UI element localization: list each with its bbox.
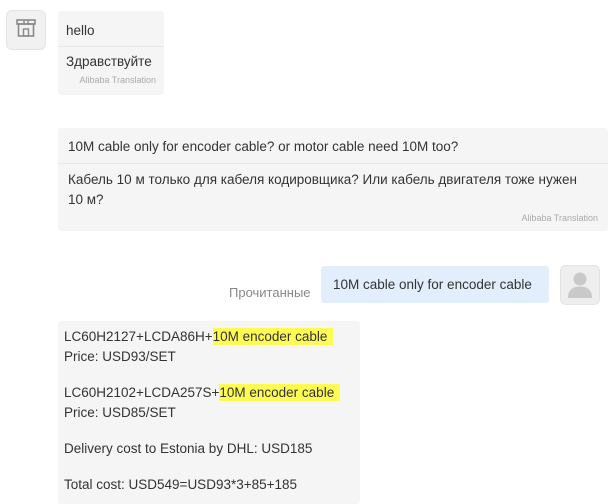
- message-divider: [58, 163, 608, 164]
- quote-item-1-price: Price: USD93/SET: [64, 349, 176, 364]
- user-icon: [565, 268, 595, 303]
- message-divider: [58, 46, 164, 47]
- incoming-message-question[interactable]: 10M cable only for encoder cable? or mot…: [58, 128, 608, 231]
- quote-item-1-model: LC60H2127+LCDA86H+: [64, 329, 213, 344]
- quote-item-1-highlight: 10M encoder cable: [212, 328, 334, 345]
- buyer-avatar[interactable]: [560, 265, 600, 305]
- incoming-message-hello[interactable]: hello Здравствуйте Alibaba Translation: [58, 11, 164, 95]
- translation-label: Alibaba Translation: [521, 213, 598, 223]
- quote-item-2-model: LC60H2102+LCDA257S+: [64, 385, 220, 400]
- quote-item-2-highlight: 10M encoder cable: [219, 384, 341, 401]
- quote-item-2-price: Price: USD85/SET: [64, 405, 176, 420]
- message-translated-text: Кабель 10 м только для кабеля кодировщик…: [68, 172, 577, 207]
- quote-item-1: LC60H2127+LCDA86H+10M encoder cable: [64, 327, 354, 347]
- incoming-message-quote[interactable]: LC60H2127+LCDA86H+10M encoder cable Pric…: [58, 321, 360, 504]
- quote-item-2: LC60H2102+LCDA257S+10M encoder cable: [64, 383, 354, 403]
- message-translated-text: Здравствуйте: [66, 54, 152, 69]
- translation-label: Alibaba Translation: [79, 75, 156, 85]
- message-text: 10M cable only for encoder cable: [333, 276, 532, 292]
- total-cost: Total cost: USD549=USD93*3+85+185: [64, 477, 298, 492]
- message-original-text: hello: [66, 23, 95, 38]
- seller-avatar[interactable]: [6, 10, 46, 50]
- read-status-label: Прочитанные: [229, 285, 311, 300]
- delivery-cost: Delivery cost to Estonia by DHL: USD185: [64, 441, 313, 456]
- message-original-text: 10M cable only for encoder cable? or mot…: [68, 139, 459, 154]
- outgoing-message[interactable]: 10M cable only for encoder cable: [321, 266, 549, 303]
- store-icon: [15, 17, 37, 44]
